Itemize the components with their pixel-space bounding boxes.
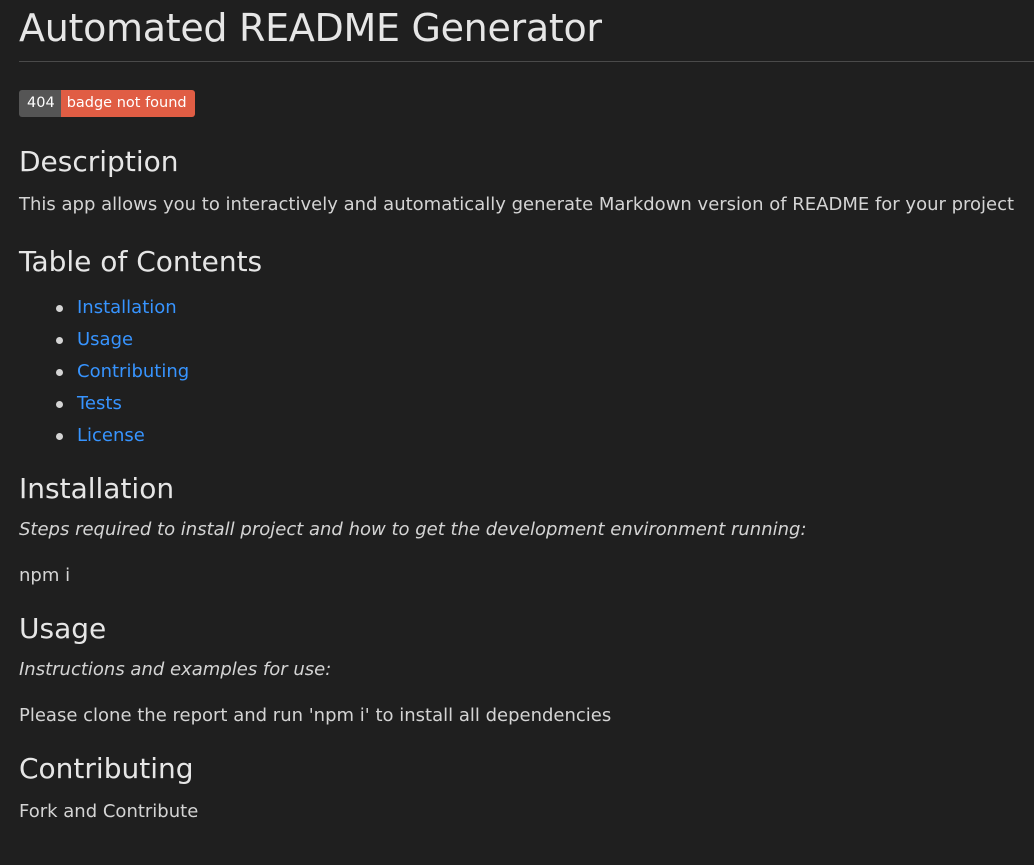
usage-heading: Usage <box>19 612 107 645</box>
bullet-icon <box>56 337 63 344</box>
bullet-icon <box>56 401 63 408</box>
page-title: Automated README Generator <box>19 6 602 50</box>
toc-link-contributing[interactable]: Contributing <box>77 361 189 382</box>
toc-link-usage[interactable]: Usage <box>77 329 133 350</box>
toc-link-tests[interactable]: Tests <box>77 393 122 414</box>
description-heading: Description <box>19 145 179 178</box>
toc-item-license: License <box>19 420 1034 452</box>
usage-intro-text: Instructions and examples for use: <box>19 659 332 680</box>
badge-status-code: 404 <box>19 90 61 117</box>
toc-item-tests: Tests <box>19 388 1034 420</box>
toc-link-installation[interactable]: Installation <box>77 297 177 318</box>
toc-heading: Table of Contents <box>19 245 263 278</box>
installation-heading: Installation <box>19 472 175 505</box>
toc-list: Installation Usage Contributing Tests Li… <box>19 292 1034 452</box>
bullet-icon <box>56 433 63 440</box>
toc-link-license[interactable]: License <box>77 425 145 446</box>
toc-item-installation: Installation <box>19 292 1034 324</box>
usage-intro: Instructions and examples for use: <box>19 658 1034 682</box>
toc-item-usage: Usage <box>19 324 1034 356</box>
contributing-heading: Contributing <box>19 752 194 785</box>
license-badge: 404 badge not found <box>19 90 195 117</box>
installation-intro: Steps required to install project and ho… <box>19 518 1034 542</box>
badge-message: badge not found <box>60 90 195 117</box>
installation-intro-text: Steps required to install project and ho… <box>19 519 807 540</box>
readme-preview: Automated README Generator 404 badge not… <box>19 0 1034 824</box>
installation-text: npm i <box>19 565 71 586</box>
bullet-icon <box>56 369 63 376</box>
title-divider <box>19 61 1034 62</box>
toc-item-contributing: Contributing <box>19 356 1034 388</box>
contributing-text: Fork and Contribute <box>19 801 199 822</box>
description-text: This app allows you to interactively and… <box>19 194 1015 215</box>
usage-text: Please clone the report and run 'npm i' … <box>19 705 612 726</box>
bullet-icon <box>56 305 63 312</box>
